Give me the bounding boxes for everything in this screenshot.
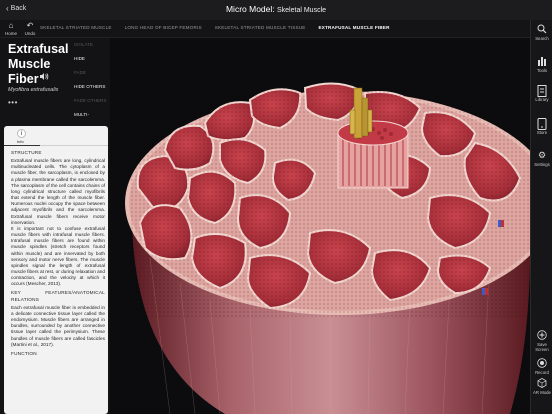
title-bar: ‹ Back Micro Model: Skeletal Muscle <box>0 0 552 20</box>
record-button[interactable]: Record <box>531 358 552 375</box>
save-screen-button[interactable]: Save Screen <box>531 330 552 352</box>
breadcrumb-item[interactable]: SKELETAL STRIATED MUSCLE TISSUE <box>215 25 306 30</box>
more-options-button[interactable]: ••• <box>8 98 18 107</box>
record-label: Record <box>535 370 549 375</box>
hide-button[interactable]: HIDE <box>71 52 110 66</box>
store-button[interactable]: Store <box>531 118 552 135</box>
tools-label: Tools <box>536 68 548 73</box>
fade-button[interactable]: FADE <box>71 66 110 80</box>
title-main: Micro Model: <box>225 4 275 14</box>
library-label: Library <box>535 97 549 102</box>
fade-others-button[interactable]: FADE OTHERS <box>71 94 110 108</box>
hide-others-button[interactable]: HIDE OTHERS <box>71 80 110 94</box>
home-label: Home <box>4 31 17 36</box>
speaker-icon[interactable] <box>40 73 49 82</box>
save-screen-label: Save Screen <box>535 342 549 352</box>
breadcrumb-item[interactable]: LONG HEAD OF BICEP FEMORIS <box>125 25 202 30</box>
tab-divider <box>4 145 108 146</box>
info-icon[interactable]: i <box>17 129 26 138</box>
gear-icon: ⚙ <box>537 150 547 160</box>
title-subtitle: Skeletal Muscle <box>277 7 327 14</box>
home-button[interactable]: ⌂ Home <box>1 20 21 36</box>
right-toolbar: Search Tools Library Store ⚙ Settings Sa… <box>530 20 552 414</box>
muscle-model[interactable] <box>110 38 530 414</box>
ar-mode-label: AR Mode <box>533 390 551 395</box>
undo-label: Undo <box>24 31 36 36</box>
section-title: FUNCTION <box>11 350 37 356</box>
section-title: STRUCTURE <box>11 150 42 155</box>
ar-icon <box>537 378 547 388</box>
info-paragraph: Extrafusal muscle fibers are long, cylin… <box>11 158 105 225</box>
info-tab[interactable]: Info <box>17 139 24 144</box>
settings-label: Settings <box>534 162 550 167</box>
multi-selection-button[interactable]: MULTI-SELECTION <box>71 108 110 131</box>
structure-panel: Extrafusal Muscle Fiber Myofibra extrafu… <box>0 38 110 414</box>
breadcrumb: SKELETAL STRIATED MUSCLE LONG HEAD OF BI… <box>40 25 390 30</box>
info-text: STRUCTURE Extrafusal muscle fibers are l… <box>11 150 105 359</box>
store-icon <box>537 118 547 130</box>
tools-button[interactable]: Tools <box>531 56 552 73</box>
library-icon <box>537 85 547 97</box>
isolate-button[interactable]: ISOLATE <box>71 38 110 52</box>
settings-button[interactable]: ⚙ Settings <box>531 150 552 167</box>
tools-icon <box>537 56 547 66</box>
add-icon <box>537 330 547 340</box>
search-label: Search <box>535 36 549 41</box>
breadcrumb-item[interactable]: SKELETAL STRIATED MUSCLE <box>40 25 112 30</box>
home-icon: ⌂ <box>8 21 14 30</box>
info-card: i Info STRUCTURE Extrafusal muscle fiber… <box>4 126 108 414</box>
info-paragraph: Each extrafusal muscle fiber is embedded… <box>11 304 105 347</box>
ar-mode-button[interactable]: AR Mode <box>531 378 552 395</box>
model-viewport[interactable] <box>110 38 530 414</box>
store-label: Store <box>536 130 548 135</box>
undo-icon: ↶ <box>26 21 34 30</box>
action-list: ISOLATE HIDE FADE HIDE OTHERS FADE OTHER… <box>71 38 110 131</box>
search-button[interactable]: Search <box>531 24 552 41</box>
latin-name: Myofibra extrafusalis <box>8 87 59 93</box>
search-icon <box>537 24 547 34</box>
library-button[interactable]: Library <box>531 85 552 102</box>
breadcrumb-item-current[interactable]: EXTRAFUSAL MUSCLE FIBER <box>319 25 390 30</box>
toolbar: ⌂ Home ↶ Undo SKELETAL STRIATED MUSCLE L… <box>0 20 530 38</box>
structure-name: Extrafusal Muscle Fiber <box>8 42 69 86</box>
section-title: KEY FEATURES/ANATOMICAL RELATIONS <box>11 290 105 302</box>
record-icon <box>537 358 547 368</box>
undo-button[interactable]: ↶ Undo <box>20 20 40 36</box>
page-title: Micro Model: Skeletal Muscle <box>0 4 552 14</box>
info-paragraph: It is important not to confuse extrafusa… <box>11 225 105 287</box>
